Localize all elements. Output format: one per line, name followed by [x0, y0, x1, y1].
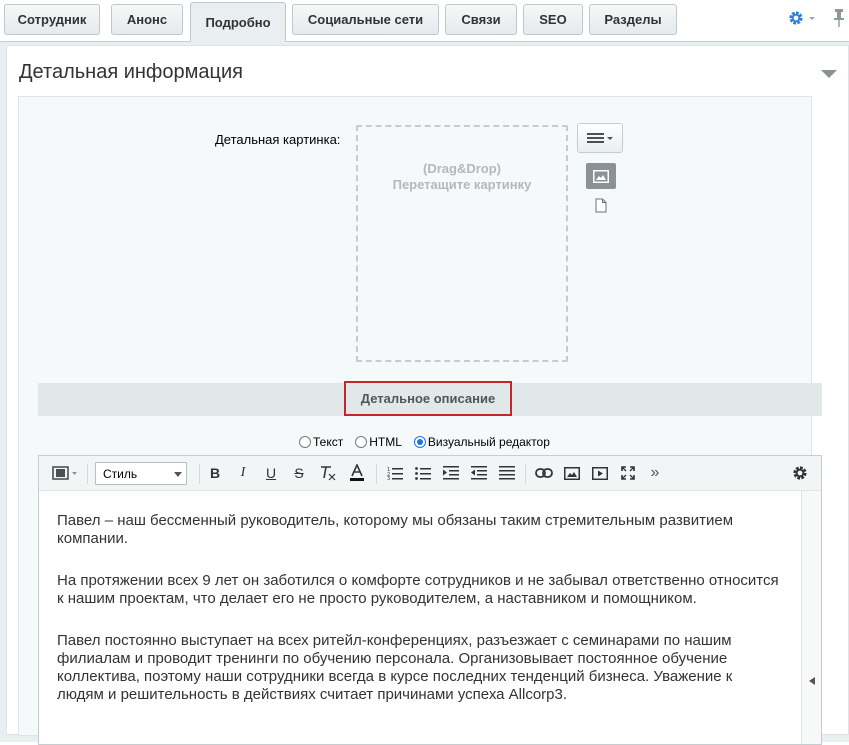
- components-button[interactable]: [49, 462, 81, 484]
- text-color-icon: [350, 464, 364, 481]
- link-icon: [535, 468, 553, 478]
- tab-social-networks[interactable]: Социальные сети: [292, 4, 439, 35]
- mode-html-radio[interactable]: HTML: [355, 435, 402, 449]
- radio-html[interactable]: [355, 436, 368, 448]
- tab-bar: Сотрудник Анонс Подробно Социальные сети…: [0, 0, 849, 42]
- dropzone-hint: (Drag&Drop): [423, 161, 501, 176]
- tab-content-area: Детальная информация Детальная картинка:…: [0, 42, 849, 745]
- tab-details[interactable]: Подробно: [190, 2, 286, 42]
- outdent-icon: [471, 466, 487, 480]
- chevron-down-icon: [174, 472, 182, 477]
- tab-announcement[interactable]: Анонс: [111, 4, 183, 35]
- unordered-list-button[interactable]: [412, 462, 434, 484]
- editor-toolbar: Стиль B I U S 1 2 3 »: [39, 456, 821, 491]
- video-icon: [592, 466, 608, 480]
- tab-employee[interactable]: Сотрудник: [4, 4, 100, 35]
- svg-text:3: 3: [387, 476, 390, 480]
- content-paragraph: Павел постоянно выступает на всех ритейл…: [57, 632, 733, 703]
- pin-icon[interactable]: [832, 8, 848, 30]
- gear-icon: [789, 11, 803, 25]
- clear-format-icon: [321, 466, 336, 481]
- chevron-down-icon: [809, 17, 815, 20]
- image-actions-menu-button[interactable]: [577, 123, 623, 153]
- image-icon: [593, 169, 609, 183]
- editor-mode-switch: Текст HTML Визуальный редактор: [299, 433, 562, 451]
- toolbar-separator: [87, 464, 88, 484]
- mode-html-label: HTML: [369, 435, 402, 449]
- style-select-value: Стиль: [103, 466, 138, 481]
- outdent-button[interactable]: [468, 462, 490, 484]
- editor-side-panel: [801, 491, 821, 744]
- toolbar-separator: [199, 464, 200, 484]
- indent-button[interactable]: [440, 462, 462, 484]
- section-title: Детальная информация: [19, 61, 243, 83]
- detail-form: Детальная картинка: (Drag&Drop) Перетащи…: [18, 96, 822, 745]
- strikethrough-button[interactable]: S: [289, 462, 309, 484]
- more-tools-button[interactable]: »: [645, 462, 665, 484]
- ordered-list-icon: 1 2 3: [387, 467, 403, 480]
- toolbar-separator: [525, 464, 526, 484]
- detail-description-header: Детальное описание: [38, 381, 822, 416]
- align-button[interactable]: [496, 462, 518, 484]
- fullscreen-icon: [621, 466, 635, 480]
- insert-video-button[interactable]: [589, 462, 611, 484]
- insert-link-button[interactable]: [533, 462, 555, 484]
- chevron-left-icon[interactable]: [809, 677, 815, 685]
- toolbar-separator: [376, 464, 377, 484]
- editor-content[interactable]: Павел – наш бессменный руководитель, кот…: [39, 491, 801, 744]
- tab-sections[interactable]: Разделы: [589, 4, 677, 35]
- mode-text-radio[interactable]: Текст: [299, 435, 343, 449]
- style-select[interactable]: Стиль: [95, 462, 187, 485]
- menu-icon: [587, 133, 613, 143]
- bold-button[interactable]: B: [205, 462, 225, 484]
- file-icon[interactable]: [595, 198, 607, 213]
- content-paragraph: Павел – наш бессменный руководитель, кот…: [57, 512, 734, 547]
- mode-visual-radio[interactable]: Визуальный редактор: [413, 435, 550, 449]
- underline-button[interactable]: U: [261, 462, 281, 484]
- image-upload-button[interactable]: [586, 163, 616, 189]
- radio-text[interactable]: [299, 436, 311, 448]
- fullscreen-button[interactable]: [617, 462, 639, 484]
- text-color-button[interactable]: [346, 462, 368, 484]
- align-justify-icon: [499, 466, 515, 480]
- detail-description-title: Детальное описание: [344, 381, 512, 416]
- mode-visual-label: Визуальный редактор: [427, 435, 550, 449]
- remove-format-button[interactable]: [317, 462, 339, 484]
- editor-settings-button[interactable]: [789, 462, 811, 484]
- insert-image-button[interactable]: [561, 462, 583, 484]
- dropzone-text: Перетащите картинку: [392, 177, 532, 192]
- image-icon: [564, 466, 580, 480]
- content-paragraph: На протяжении всех 9 лет он заботился о …: [57, 572, 779, 607]
- detail-picture-label: Детальная картинка:: [215, 132, 341, 147]
- indent-icon: [443, 466, 459, 480]
- bullet-list-icon: [415, 467, 431, 480]
- mode-text-label: Текст: [313, 435, 344, 449]
- film-icon: [52, 466, 77, 480]
- image-dropzone[interactable]: (Drag&Drop) Перетащите картинку: [356, 125, 568, 362]
- detail-panel: Детальная информация Детальная картинка:…: [6, 45, 849, 745]
- collapse-arrow-icon[interactable]: [821, 69, 837, 79]
- visual-editor: Стиль B I U S 1 2 3 » Павел – наш бессме…: [38, 455, 822, 745]
- radio-visual[interactable]: [413, 436, 426, 448]
- tab-seo[interactable]: SEO: [523, 4, 583, 35]
- tab-links[interactable]: Связи: [445, 4, 517, 35]
- gear-icon: [793, 466, 807, 480]
- italic-button[interactable]: I: [233, 462, 253, 484]
- settings-menu-button[interactable]: [788, 8, 822, 28]
- ordered-list-button[interactable]: 1 2 3: [384, 462, 406, 484]
